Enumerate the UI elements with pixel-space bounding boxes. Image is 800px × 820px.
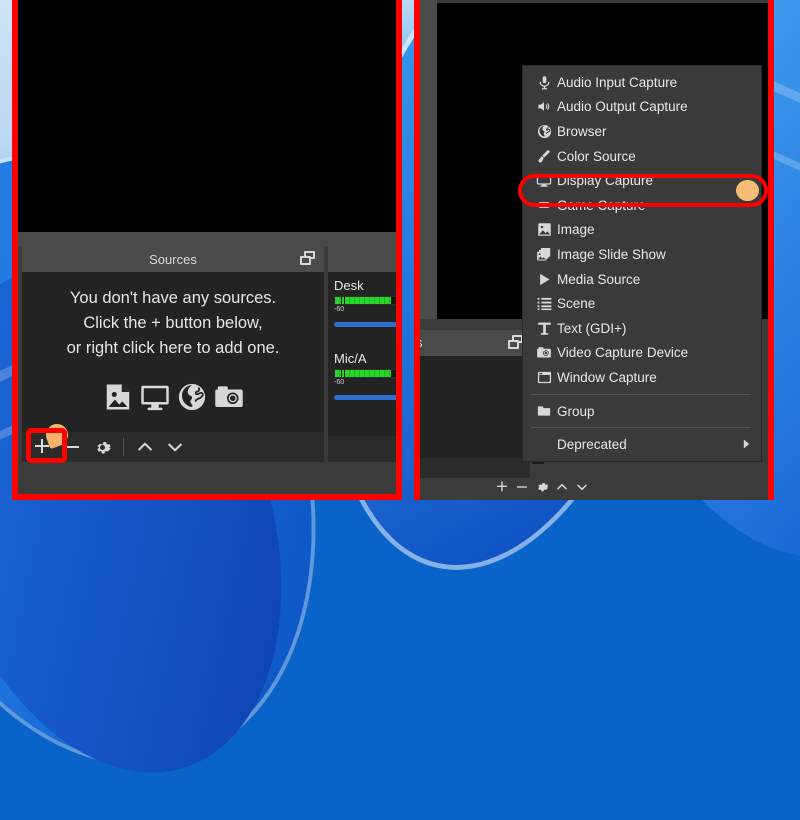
folder-icon [531, 404, 557, 418]
menu-item-label: Display Capture [557, 173, 654, 189]
menu-item-window-capture[interactable]: Window Capture [523, 365, 761, 390]
menu-item-label: Image [557, 222, 595, 238]
menu-item-image[interactable]: Image [523, 218, 761, 243]
image-icon [531, 222, 557, 237]
monitor-icon [531, 173, 557, 188]
menu-item-label: Group [557, 403, 595, 419]
menu-item-media-source[interactable]: Media Source [523, 267, 761, 292]
menu-item-browser[interactable]: Browser [523, 119, 761, 144]
play-icon [531, 272, 557, 287]
menu-item-label: Game Capture [557, 197, 646, 213]
brush-icon [531, 149, 557, 164]
menu-item-label: Media Source [557, 271, 641, 287]
menu-item-label: Text (GDI+) [557, 320, 627, 336]
menu-item-audio-output-capture[interactable]: Audio Output Capture [523, 95, 761, 120]
menu-item-group[interactable]: Group [523, 399, 761, 424]
menu-item-color-source[interactable]: Color Source [523, 144, 761, 169]
globe-icon [531, 124, 557, 139]
menu-item-display-capture[interactable]: Display Capture [523, 168, 761, 193]
speaker-icon [531, 99, 557, 114]
menu-item-scene[interactable]: Scene [523, 291, 761, 316]
menu-item-image-slide-show[interactable]: Image Slide Show [523, 242, 761, 267]
annotation-highlight-add-button [26, 428, 67, 463]
text-t-icon [531, 321, 557, 336]
image-stack-icon [531, 247, 557, 262]
menu-item-deprecated[interactable]: Deprecated [523, 432, 761, 457]
camera-icon [531, 345, 557, 360]
menu-item-label: Video Capture Device [557, 345, 689, 361]
gamepad-icon [531, 198, 557, 212]
mouse-cursor-right [736, 180, 759, 201]
menu-item-label: Deprecated [557, 437, 627, 453]
menu-separator [531, 427, 751, 429]
chevron-right-icon [742, 437, 751, 452]
menu-item-label: Window Capture [557, 369, 657, 385]
menu-item-label: Image Slide Show [557, 246, 666, 262]
menu-item-game-capture[interactable]: Game Capture [523, 193, 761, 218]
menu-separator [531, 393, 751, 395]
menu-item-label: Scene [557, 296, 596, 312]
menu-item-label: Audio Output Capture [557, 99, 688, 115]
menu-item-text-gdi[interactable]: Text (GDI+) [523, 316, 761, 341]
annotation-frame-left [12, 0, 402, 500]
add-source-context-menu[interactable]: Audio Input Capture Audio Output Capture… [522, 65, 762, 462]
list-icon [531, 296, 557, 311]
menu-item-audio-input-capture[interactable]: Audio Input Capture [523, 70, 761, 95]
window-icon [531, 370, 557, 385]
menu-item-label: Audio Input Capture [557, 74, 678, 90]
menu-item-label: Browser [557, 123, 607, 139]
menu-item-label: Color Source [557, 148, 636, 164]
microphone-icon [531, 75, 557, 90]
menu-item-video-capture-device[interactable]: Video Capture Device [523, 341, 761, 366]
